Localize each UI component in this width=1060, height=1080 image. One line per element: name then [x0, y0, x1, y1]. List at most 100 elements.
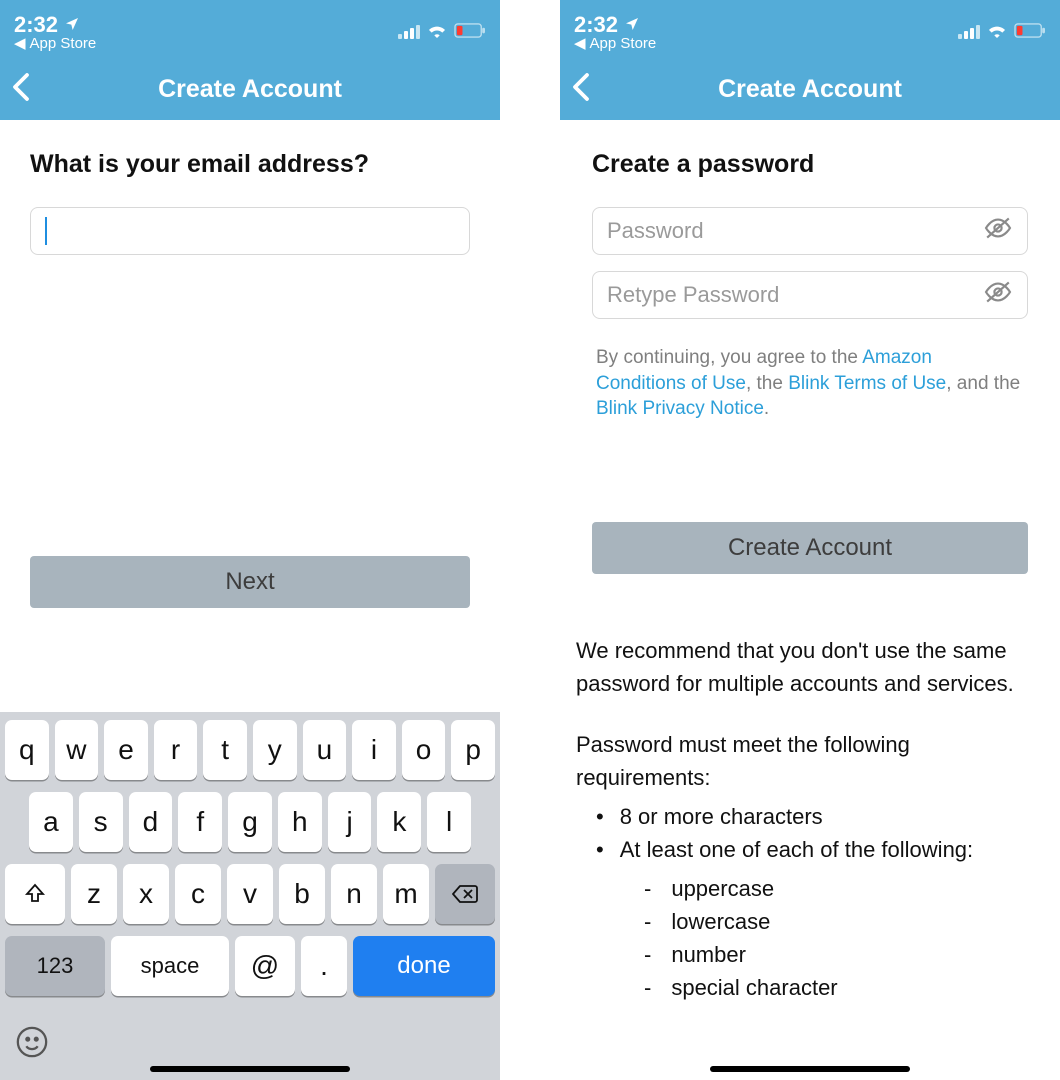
requirements-heading: Password must meet the following require…: [576, 728, 1044, 794]
screen-password: 2:32 ◀ App Store Creat: [560, 0, 1060, 1080]
cellular-icon: [398, 25, 420, 39]
back-app-label: App Store: [30, 35, 97, 52]
key-e[interactable]: e: [104, 720, 148, 780]
link-blink-privacy[interactable]: Blink Privacy Notice: [596, 398, 764, 419]
key-p[interactable]: p: [451, 720, 495, 780]
email-input[interactable]: [30, 207, 470, 255]
legal-suffix: .: [764, 398, 769, 419]
home-indicator[interactable]: [150, 1066, 350, 1072]
key-backspace[interactable]: [435, 864, 495, 924]
key-g[interactable]: g: [228, 792, 272, 852]
key-a[interactable]: a: [29, 792, 73, 852]
password-placeholder: Password: [607, 218, 983, 244]
password-input[interactable]: Password: [592, 207, 1028, 255]
key-n[interactable]: n: [331, 864, 377, 924]
emoji-icon[interactable]: [15, 1025, 49, 1064]
status-left: 2:32 ◀ App Store: [574, 12, 656, 53]
key-space[interactable]: space: [111, 936, 229, 996]
key-t[interactable]: t: [203, 720, 247, 780]
nav-bar: Create Account: [0, 58, 500, 120]
status-bar: 2:32 ◀ App Store: [0, 0, 500, 58]
key-i[interactable]: i: [352, 720, 396, 780]
heading: Create a password: [592, 150, 1028, 179]
cellular-icon: [958, 25, 980, 39]
req-subitem: uppercase: [644, 872, 1044, 905]
keyboard-row-4: 123 space @ . done: [5, 936, 495, 996]
legal-mid2: , and the: [946, 373, 1020, 394]
status-time: 2:32: [574, 12, 618, 37]
back-to-app[interactable]: ◀ App Store: [574, 35, 656, 52]
key-z[interactable]: z: [71, 864, 117, 924]
key-k[interactable]: k: [377, 792, 421, 852]
key-dot[interactable]: .: [301, 936, 347, 996]
create-account-button[interactable]: Create Account: [592, 522, 1028, 574]
key-d[interactable]: d: [129, 792, 173, 852]
keyboard-row-2: a s d f g h j k l: [5, 792, 495, 852]
heading: What is your email address?: [30, 150, 470, 179]
key-u[interactable]: u: [303, 720, 347, 780]
key-b[interactable]: b: [279, 864, 325, 924]
key-v[interactable]: v: [227, 864, 273, 924]
key-shift[interactable]: [5, 864, 65, 924]
key-x[interactable]: x: [123, 864, 169, 924]
retype-password-input[interactable]: Retype Password: [592, 271, 1028, 319]
home-indicator[interactable]: [710, 1066, 910, 1072]
eye-off-icon[interactable]: [983, 280, 1013, 310]
key-m[interactable]: m: [383, 864, 429, 924]
back-app-label: App Store: [590, 35, 657, 52]
location-icon: [624, 12, 640, 37]
req-subitem: special character: [644, 971, 1044, 1004]
back-to-app[interactable]: ◀ App Store: [14, 35, 96, 52]
key-y[interactable]: y: [253, 720, 297, 780]
keyboard-row-1: q w e r t y u i o p: [5, 720, 495, 780]
location-icon: [64, 12, 80, 37]
legal-text: By continuing, you agree to the Amazon C…: [592, 345, 1028, 422]
link-blink-terms[interactable]: Blink Terms of Use: [788, 373, 946, 394]
status-time: 2:32: [14, 12, 58, 37]
retype-placeholder: Retype Password: [607, 282, 983, 308]
req-subitem: lowercase: [644, 905, 1044, 938]
chevron-left-icon: ◀: [14, 35, 26, 52]
key-o[interactable]: o: [402, 720, 446, 780]
key-numbers[interactable]: 123: [5, 936, 105, 996]
key-l[interactable]: l: [427, 792, 471, 852]
status-right: [958, 22, 1046, 43]
keyboard-row-3: z x c v b n m: [5, 864, 495, 924]
req-subitem: number: [644, 938, 1044, 971]
key-at[interactable]: @: [235, 936, 295, 996]
key-h[interactable]: h: [278, 792, 322, 852]
legal-mid1: , the: [746, 373, 788, 394]
key-f[interactable]: f: [178, 792, 222, 852]
recommendation-text: We recommend that you don't use the same…: [576, 634, 1044, 700]
chevron-left-icon: ◀: [574, 35, 586, 52]
status-left: 2:32 ◀ App Store: [14, 12, 96, 53]
next-button[interactable]: Next: [30, 556, 470, 608]
key-q[interactable]: q: [5, 720, 49, 780]
key-j[interactable]: j: [328, 792, 372, 852]
requirements-sublist: uppercase lowercase number special chara…: [576, 872, 1044, 1004]
nav-bar: Create Account: [560, 58, 1060, 120]
text-cursor: [45, 217, 47, 245]
legal-prefix: By continuing, you agree to the: [596, 347, 862, 368]
screen-email: 2:32 ◀ App Store Creat: [0, 0, 500, 1080]
key-done[interactable]: done: [353, 936, 495, 996]
key-r[interactable]: r: [154, 720, 198, 780]
next-label: Next: [225, 568, 274, 596]
keyboard: q w e r t y u i o p a s d f g h j k l z: [0, 712, 500, 1080]
req-item: 8 or more characters: [596, 800, 1044, 833]
eye-off-icon[interactable]: [983, 216, 1013, 246]
req-item: At least one of each of the following:: [596, 833, 1044, 866]
page-title: Create Account: [560, 75, 1060, 104]
status-right: [398, 22, 486, 43]
wifi-icon: [426, 22, 448, 43]
page-title: Create Account: [0, 75, 500, 104]
requirements-list: 8 or more characters At least one of eac…: [576, 800, 1044, 866]
status-bar: 2:32 ◀ App Store: [560, 0, 1060, 58]
key-w[interactable]: w: [55, 720, 99, 780]
wifi-icon: [986, 22, 1008, 43]
battery-icon: [1014, 22, 1046, 43]
key-c[interactable]: c: [175, 864, 221, 924]
key-s[interactable]: s: [79, 792, 123, 852]
create-account-label: Create Account: [728, 534, 892, 562]
battery-icon: [454, 22, 486, 43]
